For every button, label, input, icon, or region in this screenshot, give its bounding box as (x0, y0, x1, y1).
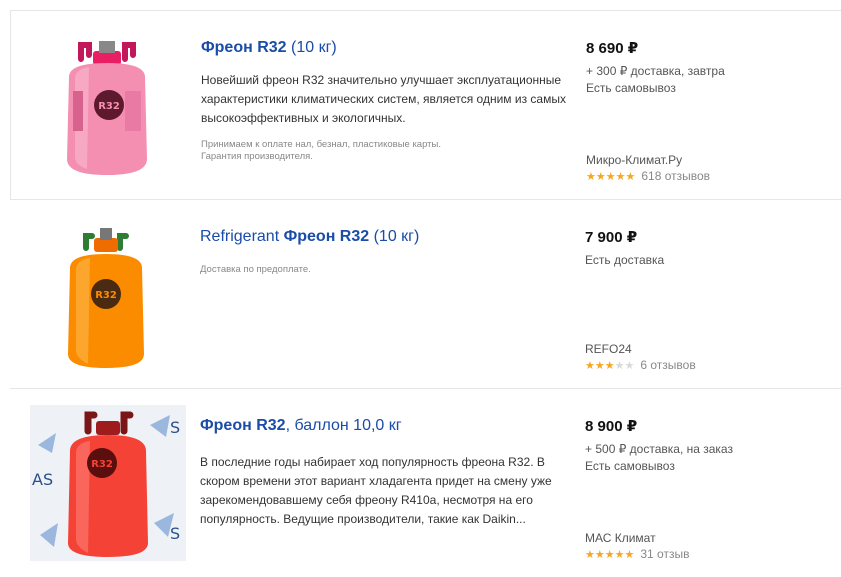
offer-title[interactable]: Refrigerant Фреон R32 (10 кг) (200, 228, 419, 246)
offer-description: Новейший фреон R32 значительно улучшает … (201, 73, 566, 125)
svg-text:R32: R32 (98, 101, 120, 112)
reviews-count: 6 отзывов (640, 358, 696, 372)
product-image[interactable]: R32 (28, 218, 184, 374)
shop-rating[interactable]: ★★★★★ 618 отзывов (586, 169, 710, 183)
rating-stars: ★★★★★ (585, 549, 634, 561)
star-filled-icon: ★ (624, 549, 635, 561)
offer-price: 8 690 ₽ (586, 40, 639, 57)
star-filled-icon: ★ (604, 360, 615, 372)
refrigerant-cylinder-pink-image: R32 (29, 29, 185, 185)
offer-note: Принимаем к оплате нал, безнал, пластико… (201, 139, 441, 162)
offer-title[interactable]: Фреон R32 (10 кг) (201, 39, 337, 57)
shop-rating[interactable]: ★★★★★ 6 отзывов (585, 358, 696, 372)
star-empty-icon: ★ (624, 360, 635, 372)
star-filled-icon: ★ (604, 549, 615, 561)
shop-rating[interactable]: ★★★★★ 31 отзыв (585, 547, 689, 561)
rating-stars: ★★★★★ (586, 171, 635, 183)
offer-card: R32 Refrigerant Фреон R32 (10 кг) Достав… (10, 199, 841, 388)
reviews-count: 31 отзыв (640, 547, 690, 561)
star-filled-icon: ★ (585, 549, 595, 561)
star-filled-icon: ★ (585, 360, 595, 372)
star-filled-icon: ★ (605, 171, 616, 183)
offer-price: 8 900 ₽ (585, 418, 638, 435)
shop-name[interactable]: REFO24 (585, 342, 632, 356)
product-image[interactable]: R32 (29, 29, 185, 185)
star-filled-icon: ★ (595, 171, 606, 183)
svg-text:R32: R32 (91, 459, 113, 470)
refrigerant-cylinder-orange-image: R32 (28, 218, 184, 374)
product-image[interactable]: AS S S R32 (30, 405, 186, 561)
offer-delivery: + 300 ₽ доставка, завтра Есть самовывоз (586, 64, 725, 95)
shop-name[interactable]: Микро-Климат.Ру (586, 153, 682, 167)
star-empty-icon: ★ (614, 360, 625, 372)
offer-note: Доставка по предоплате. (200, 264, 311, 275)
offer-delivery: + 500 ₽ доставка, на заказ Есть самовыво… (585, 442, 733, 473)
shop-name[interactable]: МАС Климат (585, 531, 656, 545)
rating-stars: ★★★★★ (585, 360, 634, 372)
star-filled-icon: ★ (594, 360, 605, 372)
offer-list: R32 Фреон R32 (10 кг) Новейший фреон R32… (10, 10, 841, 577)
svg-text:R32: R32 (95, 290, 117, 301)
offer-title[interactable]: Фреон R32, баллон 10,0 кг (200, 417, 402, 435)
offer-description: В последние годы набирает ход популярнос… (200, 455, 552, 526)
watermark-logo: AS (32, 470, 53, 489)
reviews-count: 618 отзывов (641, 169, 711, 183)
offer-card: AS S S R32 Фреон R32, баллон 10,0 кг В п… (10, 388, 841, 577)
offer-card: R32 Фреон R32 (10 кг) Новейший фреон R32… (10, 10, 841, 199)
star-filled-icon: ★ (586, 171, 596, 183)
svg-text:S: S (170, 524, 180, 543)
svg-text:S: S (170, 418, 180, 437)
refrigerant-cylinder-red-image: AS S S R32 (30, 405, 186, 561)
star-filled-icon: ★ (614, 549, 625, 561)
offer-delivery: Есть доставка (585, 253, 665, 267)
star-filled-icon: ★ (615, 171, 626, 183)
star-filled-icon: ★ (625, 171, 636, 183)
offer-price: 7 900 ₽ (585, 229, 638, 246)
star-filled-icon: ★ (594, 549, 605, 561)
